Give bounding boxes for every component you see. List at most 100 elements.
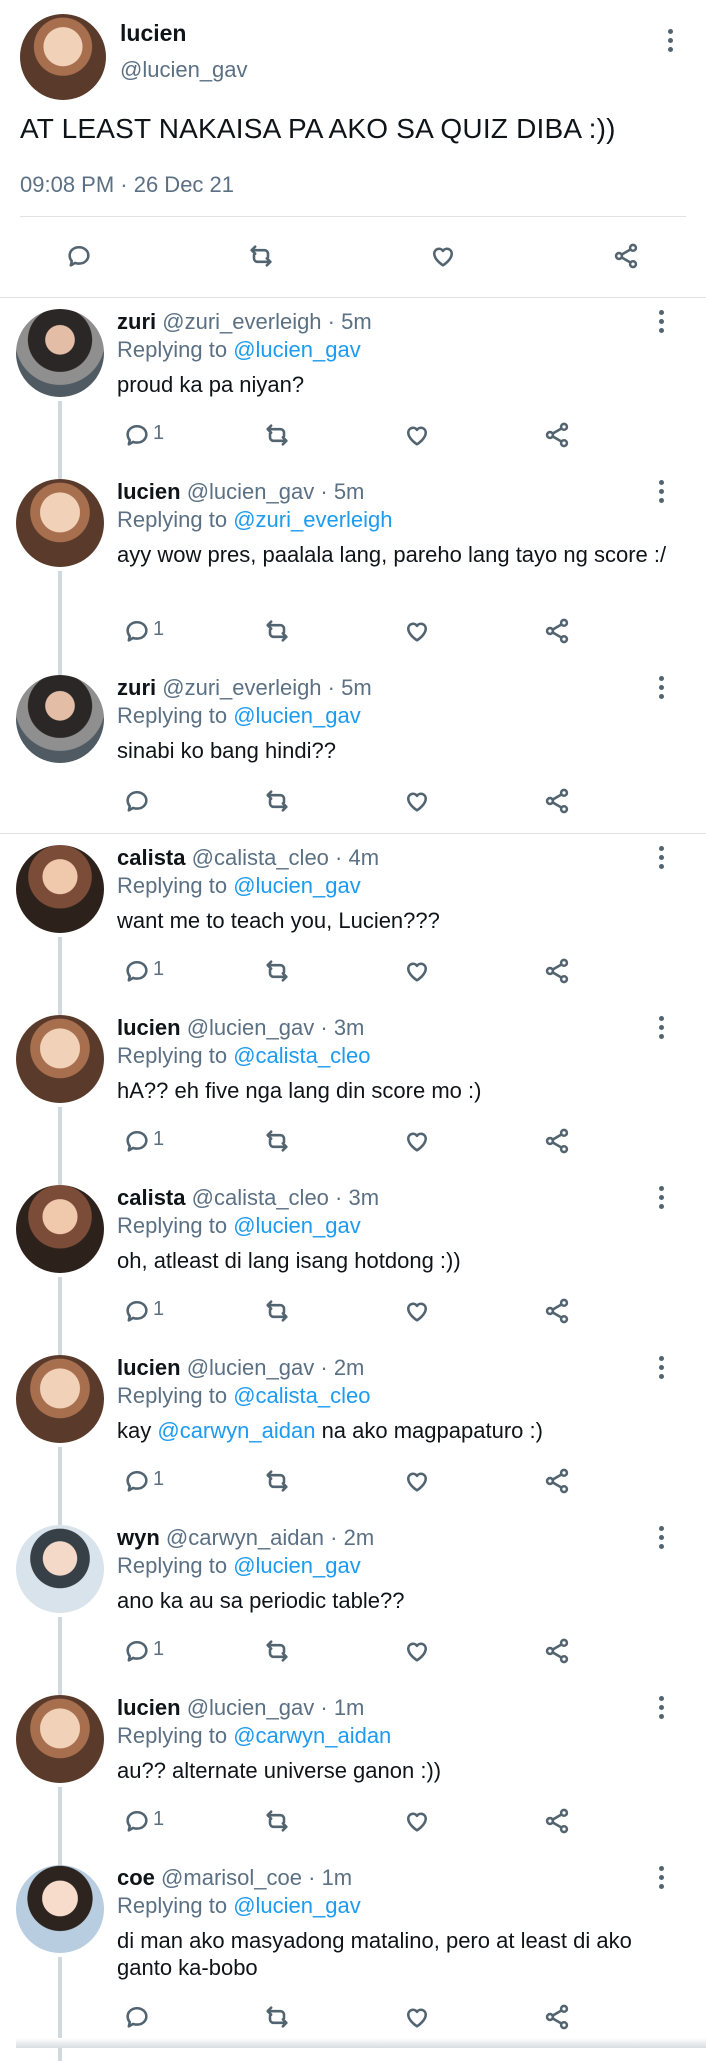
replying-to-handle[interactable]: @lucien_gav [233, 1893, 361, 1918]
avatar[interactable] [16, 479, 104, 567]
more-options-icon[interactable] [657, 1866, 665, 1894]
more-options-icon[interactable] [657, 846, 665, 874]
author-name[interactable]: calista [117, 845, 186, 870]
more-options-icon[interactable] [657, 1016, 665, 1044]
like-icon[interactable] [423, 236, 463, 276]
share-icon[interactable] [537, 1631, 577, 1671]
retweet-icon[interactable] [257, 415, 297, 455]
reply-icon[interactable] [117, 415, 157, 455]
replying-to-handle[interactable]: @lucien_gav [233, 703, 361, 728]
author-handle[interactable]: @lucien_gav [187, 1015, 315, 1040]
like-icon[interactable] [397, 1631, 437, 1671]
share-icon[interactable] [537, 1121, 577, 1161]
retweet-icon[interactable] [257, 781, 297, 821]
author-name[interactable]: lucien [117, 479, 181, 504]
avatar[interactable] [16, 1865, 104, 1953]
more-options-icon[interactable] [657, 1526, 665, 1554]
replying-to-handle[interactable]: @carwyn_aidan [233, 1723, 391, 1748]
more-options-icon[interactable] [657, 480, 665, 508]
like-icon[interactable] [397, 415, 437, 455]
avatar[interactable] [16, 309, 104, 397]
avatar[interactable] [20, 14, 106, 100]
retweet-icon[interactable] [257, 1291, 297, 1331]
replying-to-handle[interactable]: @lucien_gav [233, 873, 361, 898]
reply-icon[interactable] [117, 611, 157, 651]
replying-to-handle[interactable]: @lucien_gav [233, 337, 361, 362]
reply-icon[interactable] [117, 1461, 157, 1501]
author-handle[interactable]: @carwyn_aidan [166, 1525, 324, 1550]
like-icon[interactable] [397, 1121, 437, 1161]
author-handle[interactable]: @marisol_coe [161, 1865, 302, 1890]
author-handle[interactable]: @lucien_gav [187, 1695, 315, 1720]
retweet-icon[interactable] [257, 1997, 297, 2037]
avatar[interactable] [16, 1355, 104, 1443]
share-icon[interactable] [606, 236, 646, 276]
replying-to-handle[interactable]: @lucien_gav [233, 1553, 361, 1578]
like-icon[interactable] [397, 951, 437, 991]
like-icon[interactable] [397, 1291, 437, 1331]
replying-to-handle[interactable]: @calista_cleo [233, 1383, 370, 1408]
author-name[interactable]: calista [117, 1185, 186, 1210]
retweet-icon[interactable] [257, 611, 297, 651]
retweet-icon[interactable] [241, 236, 281, 276]
avatar[interactable] [16, 1525, 104, 1613]
like-icon[interactable] [397, 611, 437, 651]
author-name[interactable]: lucien [117, 1355, 181, 1380]
more-options-icon[interactable] [657, 1356, 665, 1384]
share-icon[interactable] [537, 781, 577, 821]
share-icon[interactable] [537, 415, 577, 455]
avatar[interactable] [16, 1015, 104, 1103]
retweet-icon[interactable] [257, 951, 297, 991]
reply-icon[interactable] [117, 1631, 157, 1671]
author-name[interactable]: zuri [117, 675, 156, 700]
avatar[interactable] [16, 1185, 104, 1273]
share-icon[interactable] [537, 1801, 577, 1841]
author-name[interactable]: coe [117, 1865, 155, 1890]
author-name[interactable]: wyn [117, 1525, 160, 1550]
reply-icon[interactable] [117, 1121, 157, 1161]
replying-to-handle[interactable]: @lucien_gav [233, 1213, 361, 1238]
author-name[interactable]: lucien [117, 1695, 181, 1720]
like-icon[interactable] [397, 781, 437, 821]
author-name[interactable]: lucien [117, 1015, 181, 1040]
reply-icon[interactable] [117, 1291, 157, 1331]
mention-link[interactable]: @carwyn_aidan [157, 1418, 315, 1443]
author-handle[interactable]: @lucien_gav [120, 57, 248, 83]
share-icon[interactable] [537, 1461, 577, 1501]
avatar[interactable] [16, 845, 104, 933]
share-icon[interactable] [537, 1997, 577, 2037]
retweet-icon[interactable] [257, 1801, 297, 1841]
share-icon[interactable] [537, 951, 577, 991]
author-handle[interactable]: @lucien_gav [187, 1355, 315, 1380]
replying-to-handle[interactable]: @calista_cleo [233, 1043, 370, 1068]
share-icon[interactable] [537, 611, 577, 651]
author-handle[interactable]: @calista_cleo [192, 1185, 329, 1210]
tweet-text: AT LEAST NAKAISA PA AKO SA QUIZ DIBA :)) [20, 113, 616, 144]
more-options-icon[interactable] [666, 29, 674, 57]
reply-icon[interactable] [117, 1997, 157, 2037]
retweet-icon[interactable] [257, 1461, 297, 1501]
more-options-icon[interactable] [657, 1186, 665, 1214]
reply-icon[interactable] [117, 951, 157, 991]
like-icon[interactable] [397, 1461, 437, 1501]
retweet-icon[interactable] [257, 1631, 297, 1671]
more-options-icon[interactable] [657, 676, 665, 704]
author-handle[interactable]: @zuri_everleigh [162, 675, 321, 700]
author-name[interactable]: lucien [120, 20, 186, 47]
author-handle[interactable]: @lucien_gav [187, 479, 315, 504]
more-options-icon[interactable] [657, 1696, 665, 1724]
more-options-icon[interactable] [657, 310, 665, 338]
reply-icon[interactable] [59, 236, 99, 276]
author-handle[interactable]: @zuri_everleigh [162, 309, 321, 334]
share-icon[interactable] [537, 1291, 577, 1331]
avatar[interactable] [16, 675, 104, 763]
author-handle[interactable]: @calista_cleo [192, 845, 329, 870]
like-icon[interactable] [397, 1801, 437, 1841]
replying-to-handle[interactable]: @zuri_everleigh [233, 507, 392, 532]
reply-icon[interactable] [117, 781, 157, 821]
reply-icon[interactable] [117, 1801, 157, 1841]
like-icon[interactable] [397, 1997, 437, 2037]
avatar[interactable] [16, 1695, 104, 1783]
retweet-icon[interactable] [257, 1121, 297, 1161]
author-name[interactable]: zuri [117, 309, 156, 334]
